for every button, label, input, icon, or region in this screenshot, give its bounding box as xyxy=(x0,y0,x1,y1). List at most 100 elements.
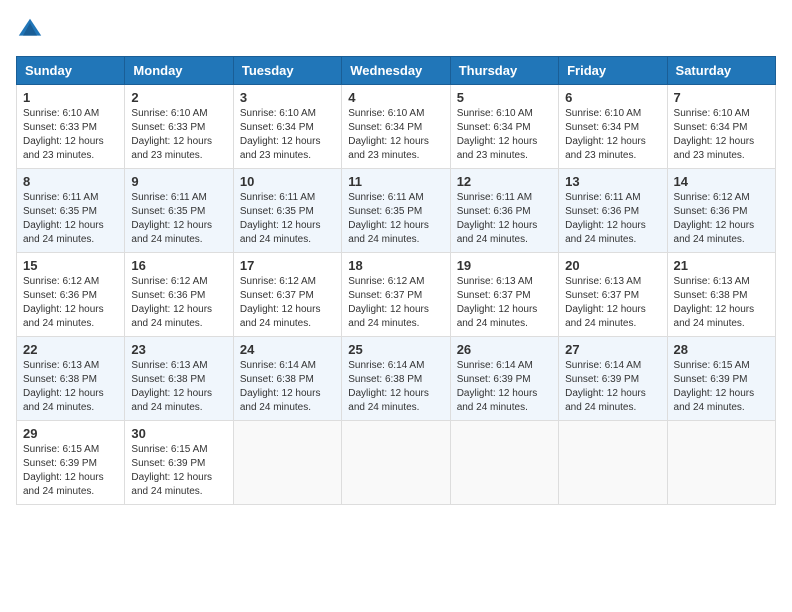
day-number: 20 xyxy=(565,258,660,273)
day-info: Sunrise: 6:15 AMSunset: 6:39 PMDaylight:… xyxy=(23,443,118,499)
calendar-day-cell: 26 Sunrise: 6:14 AMSunset: 6:39 PMDayligh… xyxy=(450,337,558,421)
day-info: Sunrise: 6:10 AMSunset: 6:34 PMDaylight:… xyxy=(457,107,552,163)
logo-icon xyxy=(16,16,44,44)
page-header xyxy=(16,16,776,44)
day-number: 2 xyxy=(131,90,226,105)
calendar-day-cell: 8Sunrise: 6:11 AMSunset: 6:35 PMDaylight… xyxy=(17,169,125,253)
day-info: Sunrise: 6:11 AMSunset: 6:35 PMDaylight:… xyxy=(240,191,335,247)
day-info: Sunrise: 6:10 AMSunset: 6:33 PMDaylight:… xyxy=(23,107,118,163)
calendar-day-cell: 12 Sunrise: 6:11 AMSunset: 6:36 PMDayligh… xyxy=(450,169,558,253)
calendar-day-cell xyxy=(233,421,341,505)
day-number: 12 xyxy=(457,174,552,189)
day-info: Sunrise: 6:14 AMSunset: 6:38 PMDaylight:… xyxy=(240,359,335,415)
day-number: 23 xyxy=(131,342,226,357)
day-info: Sunrise: 6:12 AMSunset: 6:36 PMDaylight:… xyxy=(23,275,118,331)
day-number: 17 xyxy=(240,258,335,273)
day-number: 5 xyxy=(457,90,552,105)
calendar-day-cell: 6 Sunrise: 6:10 AMSunset: 6:34 PMDaylight… xyxy=(559,85,667,169)
calendar-day-cell: 14Sunrise: 6:12 AMSunset: 6:36 PMDayligh… xyxy=(667,169,775,253)
day-info: Sunrise: 6:12 AMSunset: 6:37 PMDaylight:… xyxy=(348,275,443,331)
calendar-day-header: Friday xyxy=(559,57,667,85)
calendar-day-header: Saturday xyxy=(667,57,775,85)
calendar-day-cell: 29 Sunrise: 6:15 AMSunset: 6:39 PMDayligh… xyxy=(17,421,125,505)
day-info: Sunrise: 6:15 AMSunset: 6:39 PMDaylight:… xyxy=(131,443,226,499)
day-number: 18 xyxy=(348,258,443,273)
day-info: Sunrise: 6:13 AMSunset: 6:37 PMDaylight:… xyxy=(565,275,660,331)
day-number: 8 xyxy=(23,174,118,189)
calendar-day-cell: 30Sunrise: 6:15 AMSunset: 6:39 PMDayligh… xyxy=(125,421,233,505)
day-info: Sunrise: 6:12 AMSunset: 6:36 PMDaylight:… xyxy=(131,275,226,331)
day-number: 29 xyxy=(23,426,118,441)
day-info: Sunrise: 6:10 AMSunset: 6:34 PMDaylight:… xyxy=(565,107,660,163)
calendar-day-cell: 23 Sunrise: 6:13 AMSunset: 6:38 PMDayligh… xyxy=(125,337,233,421)
calendar-week-row: 29 Sunrise: 6:15 AMSunset: 6:39 PMDayligh… xyxy=(17,421,776,505)
day-number: 3 xyxy=(240,90,335,105)
day-number: 14 xyxy=(674,174,769,189)
day-number: 26 xyxy=(457,342,552,357)
day-number: 4 xyxy=(348,90,443,105)
calendar-day-header: Monday xyxy=(125,57,233,85)
calendar-day-cell: 1 Sunrise: 6:10 AMSunset: 6:33 PMDaylight… xyxy=(17,85,125,169)
day-info: Sunrise: 6:12 AMSunset: 6:37 PMDaylight:… xyxy=(240,275,335,331)
day-info: Sunrise: 6:13 AMSunset: 6:38 PMDaylight:… xyxy=(131,359,226,415)
day-info: Sunrise: 6:13 AMSunset: 6:37 PMDaylight:… xyxy=(457,275,552,331)
day-number: 27 xyxy=(565,342,660,357)
day-number: 22 xyxy=(23,342,118,357)
calendar-day-cell: 16 Sunrise: 6:12 AMSunset: 6:36 PMDayligh… xyxy=(125,253,233,337)
calendar-day-cell: 19 Sunrise: 6:13 AMSunset: 6:37 PMDayligh… xyxy=(450,253,558,337)
day-number: 10 xyxy=(240,174,335,189)
day-info: Sunrise: 6:13 AMSunset: 6:38 PMDaylight:… xyxy=(674,275,769,331)
calendar-day-header: Tuesday xyxy=(233,57,341,85)
day-info: Sunrise: 6:13 AMSunset: 6:38 PMDaylight:… xyxy=(23,359,118,415)
day-info: Sunrise: 6:10 AMSunset: 6:33 PMDaylight:… xyxy=(131,107,226,163)
day-info: Sunrise: 6:11 AMSunset: 6:35 PMDaylight:… xyxy=(131,191,226,247)
calendar-week-row: 22 Sunrise: 6:13 AMSunset: 6:38 PMDayligh… xyxy=(17,337,776,421)
calendar-week-row: 15 Sunrise: 6:12 AMSunset: 6:36 PMDayligh… xyxy=(17,253,776,337)
day-info: Sunrise: 6:10 AMSunset: 6:34 PMDaylight:… xyxy=(240,107,335,163)
day-info: Sunrise: 6:11 AMSunset: 6:36 PMDaylight:… xyxy=(565,191,660,247)
calendar-day-cell: 21 Sunrise: 6:13 AMSunset: 6:38 PMDayligh… xyxy=(667,253,775,337)
day-number: 1 xyxy=(23,90,118,105)
day-info: Sunrise: 6:11 AMSunset: 6:36 PMDaylight:… xyxy=(457,191,552,247)
day-info: Sunrise: 6:15 AMSunset: 6:39 PMDaylight:… xyxy=(674,359,769,415)
day-info: Sunrise: 6:11 AMSunset: 6:35 PMDaylight:… xyxy=(348,191,443,247)
calendar-day-cell: 20 Sunrise: 6:13 AMSunset: 6:37 PMDayligh… xyxy=(559,253,667,337)
calendar-day-cell: 28 Sunrise: 6:15 AMSunset: 6:39 PMDayligh… xyxy=(667,337,775,421)
calendar-body: 1 Sunrise: 6:10 AMSunset: 6:33 PMDaylight… xyxy=(17,85,776,505)
day-info: Sunrise: 6:14 AMSunset: 6:39 PMDaylight:… xyxy=(565,359,660,415)
day-number: 19 xyxy=(457,258,552,273)
calendar-day-cell xyxy=(342,421,450,505)
calendar-day-cell: 10 Sunrise: 6:11 AMSunset: 6:35 PMDayligh… xyxy=(233,169,341,253)
calendar-day-cell xyxy=(559,421,667,505)
calendar-day-cell: 27 Sunrise: 6:14 AMSunset: 6:39 PMDayligh… xyxy=(559,337,667,421)
day-number: 16 xyxy=(131,258,226,273)
calendar-day-cell: 5 Sunrise: 6:10 AMSunset: 6:34 PMDaylight… xyxy=(450,85,558,169)
calendar-day-cell: 17 Sunrise: 6:12 AMSunset: 6:37 PMDayligh… xyxy=(233,253,341,337)
calendar-day-cell: 18 Sunrise: 6:12 AMSunset: 6:37 PMDayligh… xyxy=(342,253,450,337)
calendar-day-cell: 4Sunrise: 6:10 AMSunset: 6:34 PMDaylight… xyxy=(342,85,450,169)
calendar-day-cell: 25Sunrise: 6:14 AMSunset: 6:38 PMDayligh… xyxy=(342,337,450,421)
day-number: 13 xyxy=(565,174,660,189)
calendar-day-cell: 9 Sunrise: 6:11 AMSunset: 6:35 PMDaylight… xyxy=(125,169,233,253)
day-number: 6 xyxy=(565,90,660,105)
calendar-day-cell: 2 Sunrise: 6:10 AMSunset: 6:33 PMDaylight… xyxy=(125,85,233,169)
calendar-day-cell: 11 Sunrise: 6:11 AMSunset: 6:35 PMDayligh… xyxy=(342,169,450,253)
calendar-day-cell: 13 Sunrise: 6:11 AMSunset: 6:36 PMDayligh… xyxy=(559,169,667,253)
day-number: 24 xyxy=(240,342,335,357)
calendar-day-cell: 7Sunrise: 6:10 AMSunset: 6:34 PMDaylight… xyxy=(667,85,775,169)
day-number: 28 xyxy=(674,342,769,357)
calendar-week-row: 8 Sunrise: 6:11 AMSunset: 6:35 PMDaylight… xyxy=(17,169,776,253)
logo xyxy=(16,16,48,44)
calendar-day-cell: 22 Sunrise: 6:13 AMSunset: 6:38 PMDayligh… xyxy=(17,337,125,421)
day-number: 21 xyxy=(674,258,769,273)
calendar-header-row: SundayMondayTuesdayWednesdayThursdayFrid… xyxy=(17,57,776,85)
calendar-day-cell: 3 Sunrise: 6:10 AMSunset: 6:34 PMDaylight… xyxy=(233,85,341,169)
day-number: 9 xyxy=(131,174,226,189)
day-info: Sunrise: 6:14 AMSunset: 6:38 PMDaylight:… xyxy=(348,359,443,415)
calendar-table: SundayMondayTuesdayWednesdayThursdayFrid… xyxy=(16,56,776,505)
day-info: Sunrise: 6:14 AMSunset: 6:39 PMDaylight:… xyxy=(457,359,552,415)
day-number: 7 xyxy=(674,90,769,105)
calendar-week-row: 1 Sunrise: 6:10 AMSunset: 6:33 PMDaylight… xyxy=(17,85,776,169)
day-number: 15 xyxy=(23,258,118,273)
day-number: 11 xyxy=(348,174,443,189)
